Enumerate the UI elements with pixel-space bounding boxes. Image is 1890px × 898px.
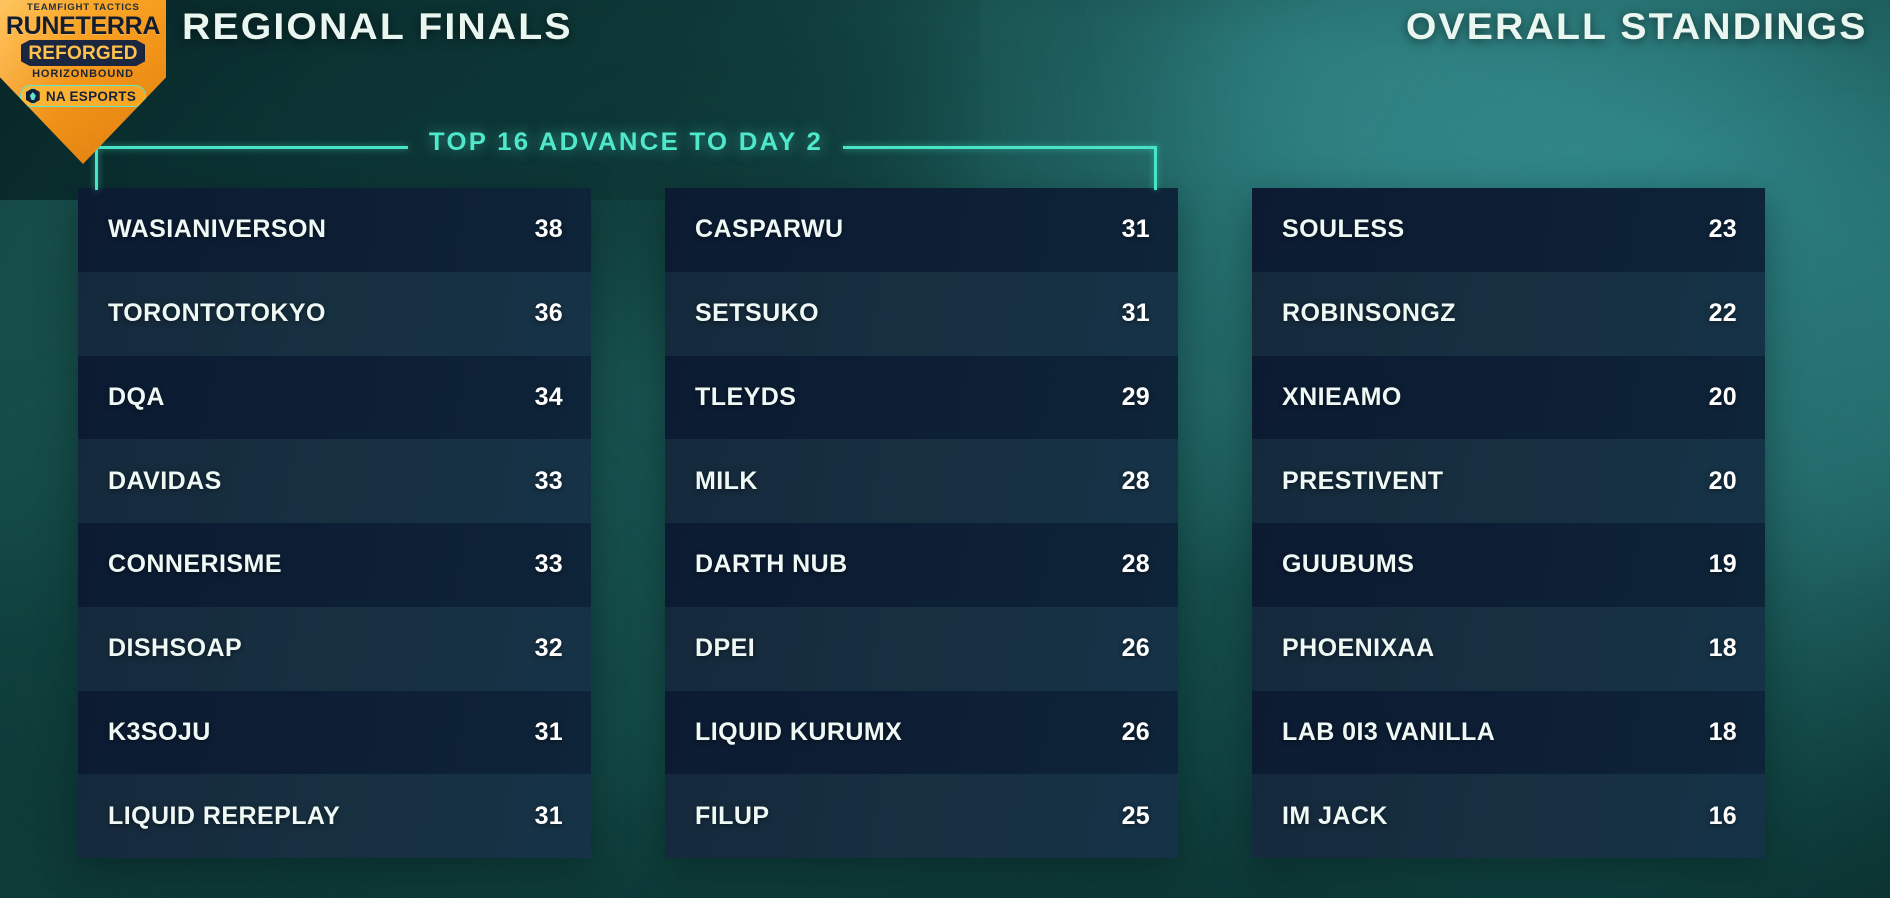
player-score: 20 <box>1708 466 1737 495</box>
player-score: 26 <box>1121 717 1150 746</box>
table-row[interactable]: XNIEAMO 20 <box>1252 355 1765 440</box>
player-name: XNIEAMO <box>1282 382 1402 411</box>
player-name: CONNERISME <box>108 550 282 579</box>
logo-subtitle: HORIZONBOUND <box>32 68 134 80</box>
player-name: PHOENIXAA <box>1282 634 1435 663</box>
player-name: TORONTOTOKYO <box>108 299 326 328</box>
player-name: WASIANIVERSON <box>108 215 327 244</box>
table-row[interactable]: DISHSOAP 32 <box>78 606 591 691</box>
player-name: LIQUID REREPLAY <box>108 801 341 830</box>
logo-esports-pill: NA ESPORTS <box>19 85 147 107</box>
header-bar: REGIONAL FINALS OVERALL STANDINGS <box>0 0 1890 62</box>
player-score: 23 <box>1708 215 1737 244</box>
logo-ribbon-label: REFORGED <box>28 42 138 64</box>
player-name: MILK <box>695 466 758 495</box>
table-row[interactable]: WASIANIVERSON 38 <box>78 188 591 272</box>
player-score: 26 <box>1121 634 1150 663</box>
player-name: IM JACK <box>1282 801 1388 830</box>
player-name: LIQUID KURUMX <box>695 717 903 746</box>
player-name: LAB 0I3 VANILLA <box>1282 717 1496 746</box>
table-row[interactable]: DAVIDAS 33 <box>78 439 591 523</box>
player-name: GUUBUMS <box>1282 550 1415 579</box>
table-row[interactable]: K3SOJU 31 <box>78 690 591 775</box>
player-name: ROBINSONGZ <box>1282 299 1456 328</box>
player-score: 31 <box>1121 215 1150 244</box>
standings-column-1: WASIANIVERSON 38 TORONTOTOKYO 36 DQA 34 DAV… <box>78 188 591 858</box>
player-name: DQA <box>108 382 165 411</box>
player-score: 20 <box>1708 382 1737 411</box>
table-row[interactable]: CASPARWU 31 <box>665 188 1178 272</box>
player-name: DARTH NUB <box>695 550 848 579</box>
player-name: PRESTIVENT <box>1282 466 1444 495</box>
player-score: 31 <box>534 717 563 746</box>
player-score: 22 <box>1708 299 1737 328</box>
table-row[interactable]: CONNERISME 33 <box>78 523 591 607</box>
table-row[interactable]: TORONTOTOKYO 36 <box>78 271 591 356</box>
player-score: 33 <box>534 550 563 579</box>
player-name: SETSUKO <box>695 299 819 328</box>
table-row[interactable]: GUUBUMS 19 <box>1252 523 1765 607</box>
standings-grid: WASIANIVERSON 38 TORONTOTOKYO 36 DQA 34 DAV… <box>78 188 1765 858</box>
player-score: 38 <box>534 215 563 244</box>
player-score: 31 <box>534 801 563 830</box>
table-row[interactable]: ROBINSONGZ 22 <box>1252 271 1765 356</box>
logo-esports-label: NA ESPORTS <box>45 88 137 104</box>
player-score: 28 <box>1121 550 1150 579</box>
table-row[interactable]: DPEI 26 <box>665 606 1178 691</box>
logo-content: TEAMFIGHT TACTICS RUNETERRA REFORGED HOR… <box>0 0 166 110</box>
player-score: 18 <box>1708 717 1737 746</box>
bracket-line-right <box>843 146 1157 149</box>
standings-column-2: CASPARWU 31 SETSUKO 31 TLEYDS 29 MILK 28 DAR… <box>665 188 1178 858</box>
player-score: 18 <box>1708 634 1737 663</box>
standings-column-3: SOULESS 23 ROBINSONGZ 22 XNIEAMO 20 PRESTIV… <box>1252 188 1765 858</box>
player-score: 28 <box>1121 466 1150 495</box>
player-score: 31 <box>1121 299 1150 328</box>
table-row[interactable]: SETSUKO 31 <box>665 271 1178 356</box>
player-name: K3SOJU <box>108 717 211 746</box>
player-name: TLEYDS <box>695 382 797 411</box>
table-row[interactable]: MILK 28 <box>665 439 1178 523</box>
player-score: 32 <box>534 634 563 663</box>
table-row[interactable]: PHOENIXAA 18 <box>1252 606 1765 691</box>
player-score: 29 <box>1121 382 1150 411</box>
logo-ribbon: REFORGED <box>21 40 145 66</box>
player-name: SOULESS <box>1282 215 1405 244</box>
player-name: DAVIDAS <box>108 466 222 495</box>
table-row[interactable]: DARTH NUB 28 <box>665 523 1178 607</box>
table-row[interactable]: LAB 0I3 VANILLA 18 <box>1252 690 1765 775</box>
player-score: 19 <box>1708 550 1737 579</box>
logo-set-name: RUNETERRA <box>5 12 161 40</box>
player-name: FILUP <box>695 801 770 830</box>
player-score: 16 <box>1708 801 1737 830</box>
table-row[interactable]: SOULESS 23 <box>1252 188 1765 272</box>
standings-heading: OVERALL STANDINGS <box>1406 6 1868 47</box>
bracket-line-left <box>95 146 408 149</box>
table-row[interactable]: IM JACK 16 <box>1252 774 1765 858</box>
table-row[interactable]: LIQUID REREPLAY 31 <box>78 774 591 858</box>
player-name: DISHSOAP <box>108 634 243 663</box>
player-score: 36 <box>534 299 563 328</box>
bracket-drop-right <box>1154 146 1157 190</box>
player-name: DPEI <box>695 634 756 663</box>
table-row[interactable]: DQA 34 <box>78 355 591 440</box>
bracket-drop-left <box>95 146 98 190</box>
esports-hex-icon <box>25 88 40 104</box>
table-row[interactable]: PRESTIVENT 20 <box>1252 439 1765 523</box>
player-name: CASPARWU <box>695 215 844 244</box>
player-score: 25 <box>1121 801 1150 830</box>
page-title: REGIONAL FINALS <box>182 6 573 47</box>
table-row[interactable]: TLEYDS 29 <box>665 355 1178 440</box>
player-score: 34 <box>534 382 563 411</box>
table-row[interactable]: LIQUID KURUMX 26 <box>665 690 1178 775</box>
player-score: 33 <box>534 466 563 495</box>
table-row[interactable]: FILUP 25 <box>665 774 1178 858</box>
advance-banner-label: TOP 16 ADVANCE TO DAY 2 <box>428 128 824 156</box>
